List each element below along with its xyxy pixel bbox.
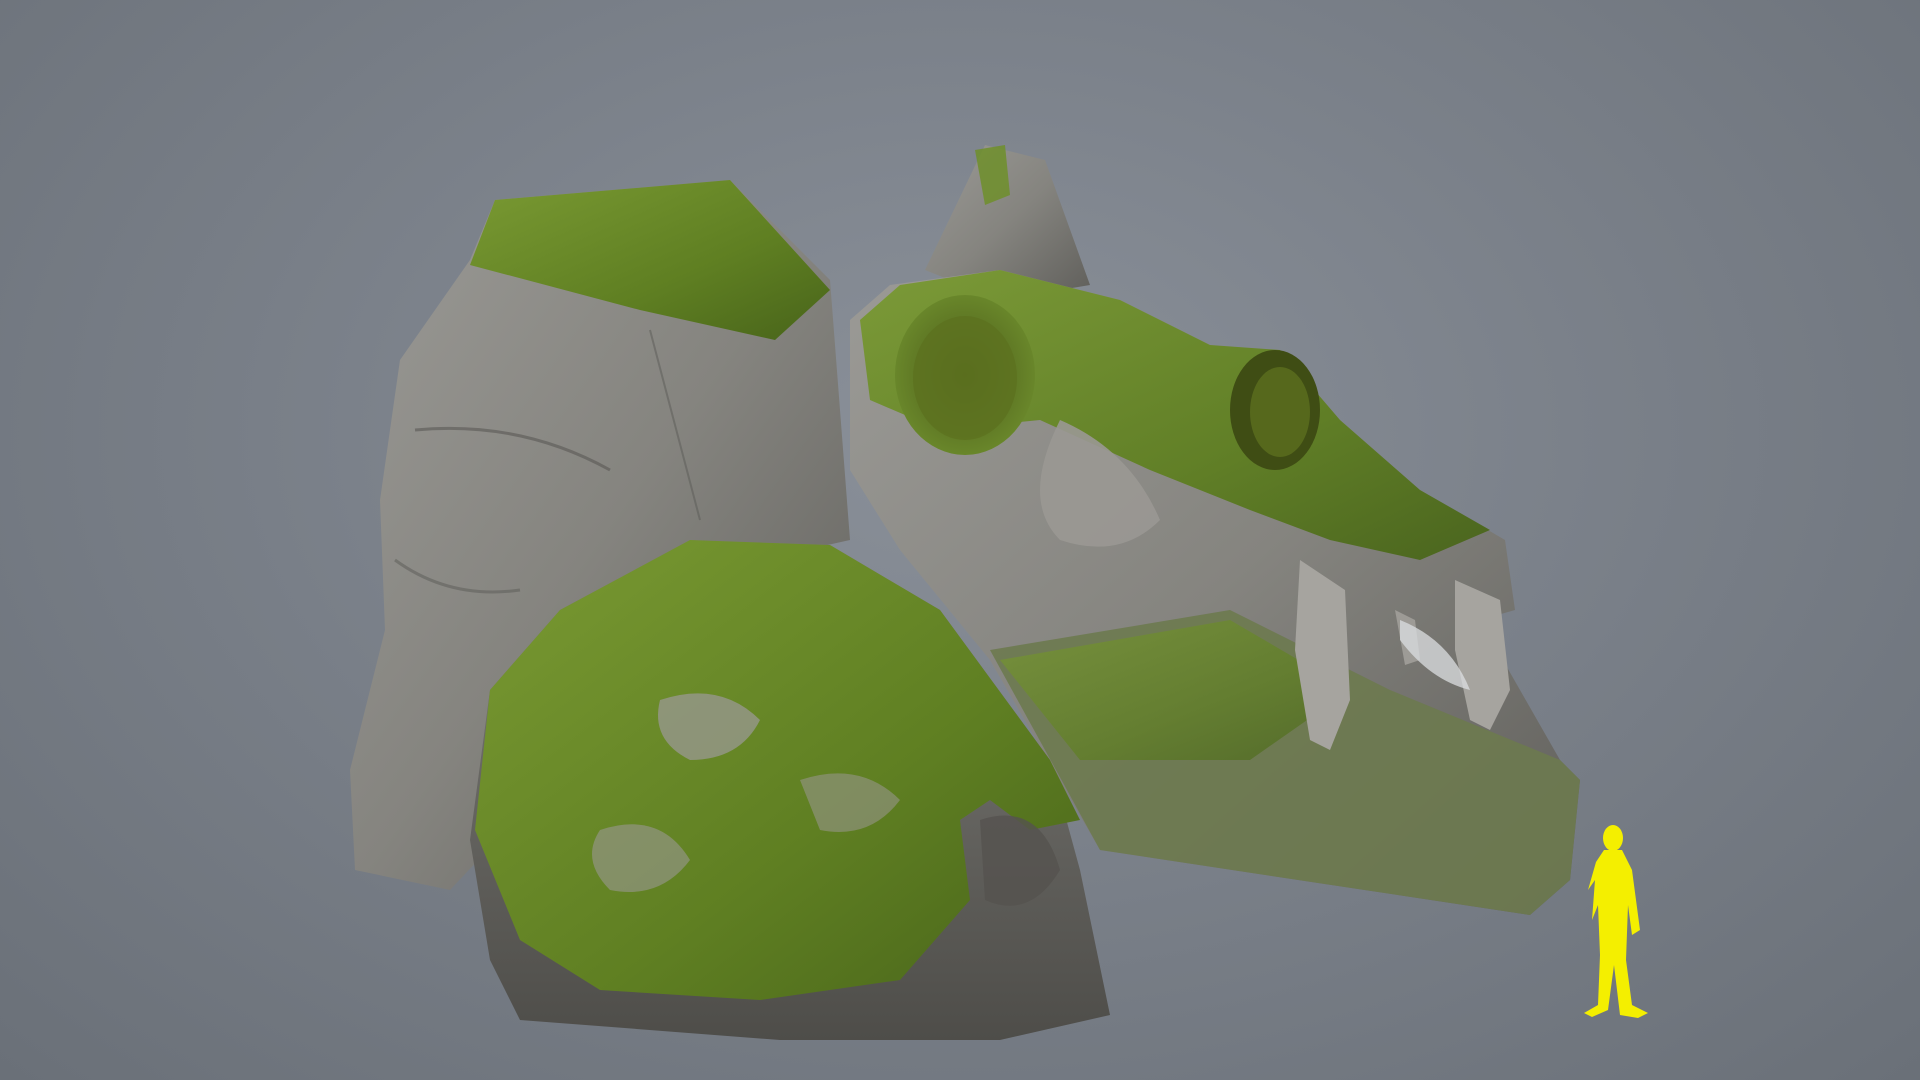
render-viewport bbox=[0, 0, 1920, 1080]
scale-figure-icon bbox=[1584, 825, 1648, 1018]
scene-canvas bbox=[350, 145, 1648, 1040]
